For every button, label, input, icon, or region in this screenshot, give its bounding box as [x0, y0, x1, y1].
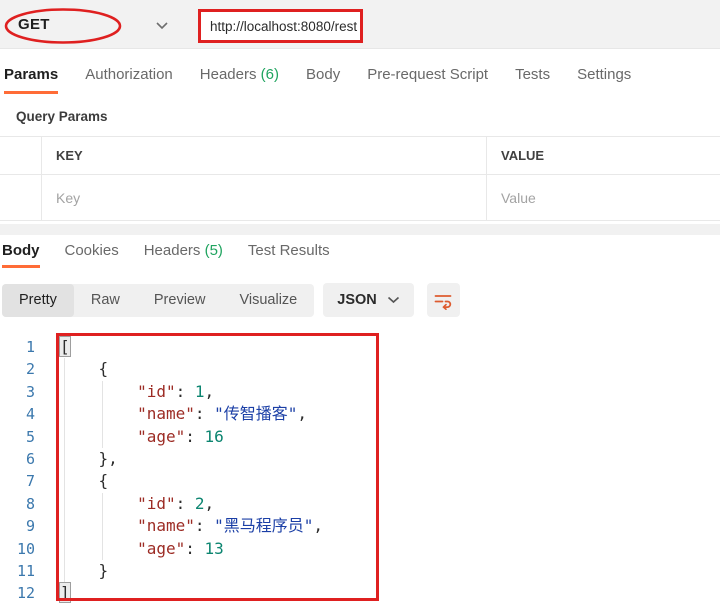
code-line: 6 },	[0, 448, 720, 470]
url-input[interactable]: http://localhost:8080/rest	[198, 9, 363, 43]
checkbox-cell	[0, 175, 42, 220]
code-line: 11 }	[0, 560, 720, 582]
code-line: 7 {	[0, 470, 720, 492]
table-row	[0, 175, 720, 220]
tab-params[interactable]: Params	[4, 66, 59, 94]
key-column-header: KEY	[42, 137, 487, 174]
query-params-title: Query Params	[16, 109, 108, 124]
tab-authorization[interactable]: Authorization	[85, 66, 173, 94]
code-line: 9 "name": "黑马程序员",	[0, 515, 720, 537]
tab-body[interactable]: Body	[306, 66, 340, 94]
tab-response-headers[interactable]: Headers (5)	[144, 242, 223, 268]
wrap-lines-button[interactable]	[426, 283, 460, 317]
method-label: GET	[18, 16, 50, 33]
line-number: 5	[25, 427, 35, 446]
line-number: 10	[16, 539, 35, 558]
method-dropdown[interactable]: GET	[0, 0, 190, 49]
line-number: 7	[25, 472, 35, 491]
code-line: 2 {	[0, 358, 720, 380]
section-divider	[0, 224, 720, 235]
response-view-bar: Pretty Raw Preview Visualize JSON	[2, 283, 720, 317]
format-dropdown[interactable]: JSON	[323, 283, 414, 317]
code-lines: 1[2 {3 "id": 1, 4 "name": "传智播客", 5 "age":…	[0, 330, 720, 605]
line-number: 12	[16, 584, 35, 603]
line-number: 4	[25, 405, 35, 424]
code-line: 10 "age": 13	[0, 538, 720, 560]
indent-guide	[102, 381, 103, 448]
url-text: http://localhost:8080/rest	[210, 18, 358, 34]
code-line: 5 "age": 16	[0, 426, 720, 448]
line-number: 3	[25, 382, 35, 401]
code-line: 3 "id": 1,	[0, 381, 720, 403]
tab-settings[interactable]: Settings	[577, 66, 631, 94]
line-number: 1	[25, 338, 35, 356]
tab-tests[interactable]: Tests	[515, 66, 550, 94]
view-visualize[interactable]: Visualize	[222, 284, 314, 317]
line-number: 6	[25, 449, 35, 468]
line-number: 8	[25, 494, 35, 513]
view-raw[interactable]: Raw	[74, 284, 137, 317]
code-line: 8 "id": 2,	[0, 493, 720, 515]
value-column-header: VALUE	[501, 148, 545, 163]
response-tabs: Body Cookies Headers (5) Test Results	[0, 235, 720, 268]
table-header-row: KEY VALUE	[0, 137, 720, 175]
value-input[interactable]	[501, 189, 710, 206]
view-preview[interactable]: Preview	[137, 284, 223, 317]
tab-cookies[interactable]: Cookies	[65, 242, 119, 268]
line-number: 2	[25, 360, 35, 379]
response-headers-count-badge: (5)	[204, 242, 223, 259]
indent-guide	[102, 493, 103, 560]
tab-headers[interactable]: Headers (6)	[200, 66, 279, 94]
request-url-bar: GET http://localhost:8080/rest	[0, 0, 720, 49]
chevron-down-icon	[387, 296, 400, 304]
checkbox-column	[0, 137, 42, 174]
view-mode-segments: Pretty Raw Preview Visualize	[2, 283, 315, 317]
wrap-lines-icon	[433, 290, 453, 310]
tab-pre-request-script[interactable]: Pre-request Script	[367, 66, 488, 94]
tab-response-body[interactable]: Body	[2, 242, 40, 268]
code-line: 12]	[0, 582, 720, 604]
response-body-editor: 1[2 {3 "id": 1, 4 "name": "传智播客", 5 "age":…	[0, 330, 720, 605]
view-pretty[interactable]: Pretty	[2, 283, 74, 317]
tab-test-results[interactable]: Test Results	[248, 242, 330, 268]
format-label: JSON	[337, 292, 377, 308]
line-number: 9	[25, 517, 35, 536]
request-tabs: Params Authorization Headers (6) Body Pr…	[0, 49, 720, 94]
code-line: 1[	[0, 336, 720, 358]
code-line: 4 "name": "传智播客",	[0, 403, 720, 425]
chevron-down-icon	[155, 21, 169, 30]
request-response-panel: Params Authorization Headers (6) Body Pr…	[0, 49, 720, 317]
line-number: 11	[16, 561, 35, 580]
key-input[interactable]	[56, 189, 465, 206]
headers-count-badge: (6)	[260, 66, 279, 83]
query-params-table: KEY VALUE	[0, 136, 720, 221]
indent-guide	[64, 358, 65, 582]
